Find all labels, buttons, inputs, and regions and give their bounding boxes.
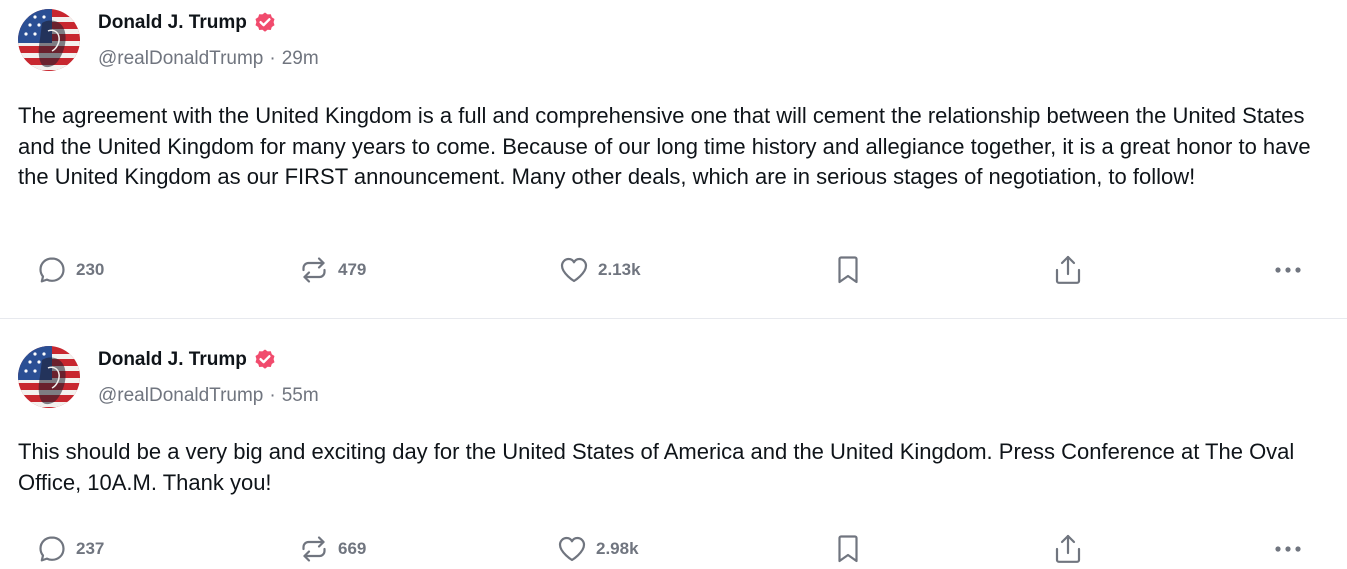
post[interactable]: Donald J. Trump @realDonaldTrump · 29m The…	[0, 0, 1347, 319]
meta-separator: ·	[269, 48, 276, 69]
repost-arrows-icon	[302, 536, 326, 562]
share-button[interactable]	[1053, 529, 1083, 569]
avatar-image	[18, 346, 80, 408]
more-options-button[interactable]	[1272, 250, 1304, 290]
post[interactable]: Donald J. Trump @realDonaldTrump · 55m Thi…	[0, 319, 1347, 566]
bookmark-icon	[838, 256, 858, 284]
name-row: Donald J. Trump	[98, 348, 319, 372]
repost-button[interactable]: 479	[298, 250, 366, 290]
like-button[interactable]: 2.13k	[558, 250, 641, 290]
verified-badge-icon	[253, 348, 277, 372]
bookmark-button[interactable]	[834, 250, 862, 290]
repost-count: 669	[338, 539, 367, 558]
share-upload-icon	[1055, 255, 1081, 284]
bookmark-button[interactable]	[834, 529, 862, 569]
like-button[interactable]: 2.98k	[556, 529, 639, 569]
avatar[interactable]	[18, 9, 80, 71]
post-time[interactable]: 55m	[282, 385, 319, 406]
avatar-image	[18, 9, 80, 71]
post-time[interactable]: 29m	[282, 48, 319, 69]
post-text: This should be a very big and exciting d…	[18, 439, 1295, 495]
post-text: The agreement with the United Kingdom is…	[18, 103, 1311, 189]
post-header: Donald J. Trump @realDonaldTrump · 29m	[98, 11, 319, 71]
share-button[interactable]	[1053, 250, 1083, 290]
reply-count: 237	[76, 539, 105, 558]
meta-row: @realDonaldTrump · 29m	[98, 47, 319, 71]
name-row: Donald J. Trump	[98, 11, 319, 35]
comment-bubble-icon	[39, 536, 65, 562]
meta-row: @realDonaldTrump · 55m	[98, 384, 319, 408]
more-options-button[interactable]	[1272, 529, 1304, 569]
like-count: 2.98k	[596, 539, 639, 558]
post-feed: Donald J. Trump @realDonaldTrump · 29m The…	[0, 0, 1347, 566]
reply-button[interactable]: 230	[36, 250, 104, 290]
verified-badge-icon	[253, 11, 277, 35]
repost-arrows-icon	[302, 257, 326, 283]
repost-count: 479	[338, 260, 367, 279]
bookmark-icon	[838, 535, 858, 563]
action-bar: 237 669 2.98k	[0, 529, 1347, 569]
heart-icon	[558, 536, 586, 562]
share-upload-icon	[1055, 534, 1081, 563]
more-dots-icon	[1275, 546, 1301, 552]
meta-separator: ·	[269, 385, 276, 406]
repost-button[interactable]: 669	[298, 529, 366, 569]
avatar[interactable]	[18, 346, 80, 408]
comment-bubble-icon	[39, 257, 65, 283]
author-handle[interactable]: @realDonaldTrump	[98, 385, 263, 406]
action-bar: 230 479 2.13k	[0, 250, 1347, 290]
like-count: 2.13k	[598, 260, 641, 279]
reply-button[interactable]: 237	[36, 529, 104, 569]
author-name[interactable]: Donald J. Trump	[98, 12, 247, 34]
post-header: Donald J. Trump @realDonaldTrump · 55m	[98, 348, 319, 408]
author-name[interactable]: Donald J. Trump	[98, 349, 247, 371]
heart-icon	[560, 257, 588, 283]
more-dots-icon	[1275, 267, 1301, 273]
author-handle[interactable]: @realDonaldTrump	[98, 48, 263, 69]
reply-count: 230	[76, 260, 105, 279]
